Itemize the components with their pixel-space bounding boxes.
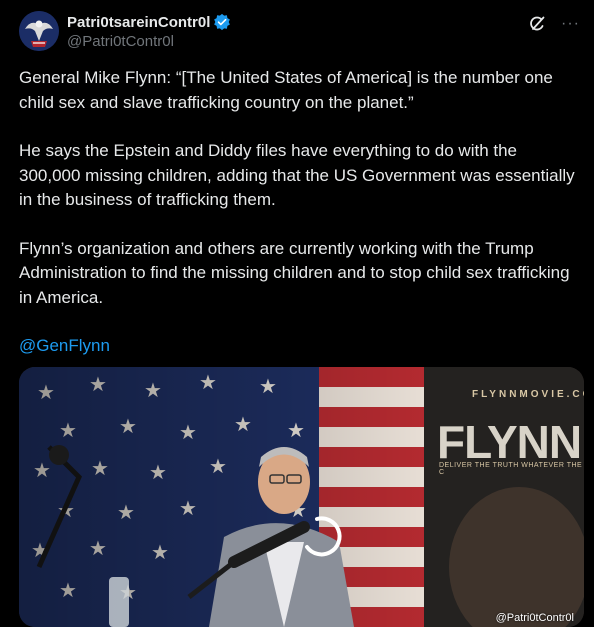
grok-icon[interactable] bbox=[527, 14, 547, 34]
tweet-video[interactable]: ★★★★★ ★★★★★ ★★★★★ ★★★★ ★★★ ★★ bbox=[19, 367, 584, 627]
video-frame: ★★★★★ ★★★★★ ★★★★★ ★★★★ ★★★ ★★ bbox=[19, 367, 584, 627]
poster-site-text: FLYNNMOVIE.CO bbox=[472, 389, 584, 400]
more-options-icon[interactable]: ··· bbox=[561, 14, 580, 34]
author-handle[interactable]: @Patri0tContr0l bbox=[67, 33, 174, 50]
tweet-text: General Mike Flynn: “[The United States … bbox=[19, 66, 579, 383]
tweet-top-actions: ··· bbox=[527, 14, 580, 34]
poster-title-text: FLYNN bbox=[437, 416, 582, 468]
tweet-card: Patri0tsareinContr0l @Patri0tContr0l ···… bbox=[0, 0, 594, 627]
poster-tagline-text: DELIVER THE TRUTH WHATEVER THE C bbox=[439, 462, 583, 476]
tweet-paragraph-1: General Mike Flynn: “[The United States … bbox=[19, 68, 553, 112]
eagle-avatar-icon bbox=[19, 11, 59, 51]
author-display-name[interactable]: Patri0tsareinContr0l bbox=[67, 14, 210, 31]
mention-link[interactable]: @GenFlynn bbox=[19, 336, 110, 355]
author-name-row: Patri0tsareinContr0l bbox=[67, 13, 231, 31]
tweet-paragraph-2: He says the Epstein and Diddy files have… bbox=[19, 141, 575, 209]
video-watermark: @Patri0tContr0l bbox=[495, 612, 574, 624]
author-avatar[interactable] bbox=[19, 11, 59, 51]
tweet-paragraph-3: Flynn’s organization and others are curr… bbox=[19, 238, 570, 307]
verified-badge-icon bbox=[214, 13, 231, 31]
